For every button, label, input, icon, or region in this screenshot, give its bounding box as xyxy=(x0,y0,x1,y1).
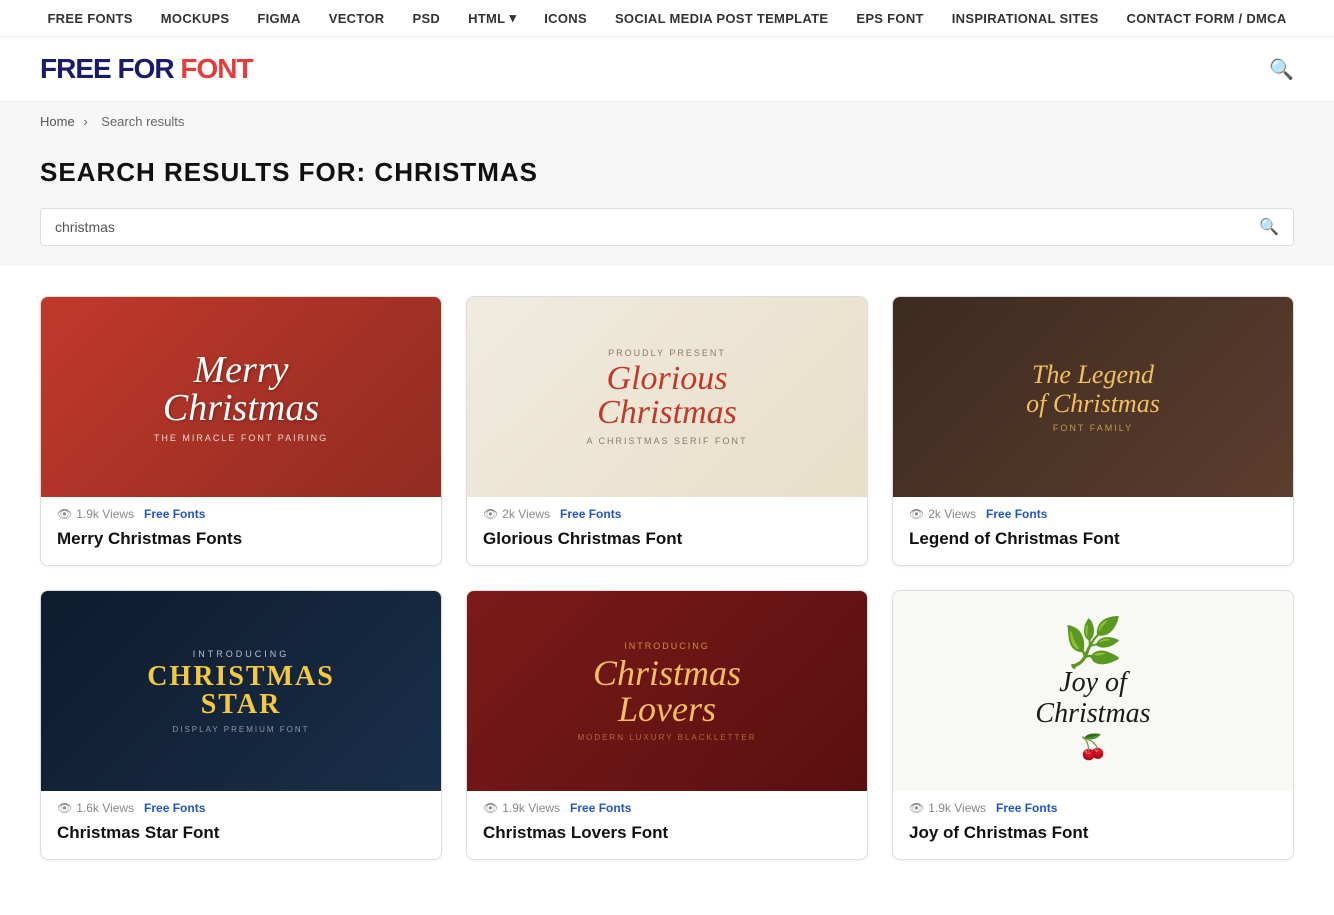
views-count: 👁 2k Views xyxy=(483,507,550,521)
logo: FREE FOR FONT xyxy=(40,53,253,85)
nav-eps-font[interactable]: EPS FONT xyxy=(856,11,923,26)
card-title: Joy of Christmas Font xyxy=(893,819,1293,859)
nav-contact[interactable]: CONTACT FORM / DMCA xyxy=(1127,11,1287,26)
search-icon[interactable]: 🔍 xyxy=(1259,217,1279,237)
card-title: Legend of Christmas Font xyxy=(893,525,1293,565)
card-title: Merry Christmas Fonts xyxy=(41,525,441,565)
views-count: 👁 1.9k Views xyxy=(909,801,986,815)
eye-icon: 👁 xyxy=(483,507,498,521)
views-count: 👁 2k Views xyxy=(909,507,976,521)
nav-icons[interactable]: ICONS xyxy=(544,11,587,26)
search-input[interactable] xyxy=(55,219,1259,235)
card-joy-christmas[interactable]: 🌿 Joy ofChristmas 🍒 👁 1.9k Views Free Fo… xyxy=(892,590,1294,860)
card-meta: 👁 1.9k Views Free Fonts xyxy=(41,497,441,525)
chevron-down-icon: ▾ xyxy=(509,10,516,26)
nav-psd[interactable]: PSD xyxy=(412,11,440,26)
views-count: 👁 1.9k Views xyxy=(483,801,560,815)
eye-icon: 👁 xyxy=(57,801,72,815)
nav-inspirational[interactable]: INSPIRATIONAL SITES xyxy=(952,11,1099,26)
wreath-decoration: 🌿 xyxy=(1063,620,1123,668)
card-title: Christmas Star Font xyxy=(41,819,441,859)
eye-icon: 👁 xyxy=(909,801,924,815)
card-legend-christmas[interactable]: The Legendof Christmas FONT FAMILY 👁 2k … xyxy=(892,296,1294,566)
nav-social-media[interactable]: SOCIAL MEDIA POST TEMPLATE xyxy=(615,11,828,26)
results-grid: MerryChristmas THE MIRACLE FONT PAIRING … xyxy=(0,266,1334,890)
nav-html[interactable]: HTML ▾ xyxy=(468,10,516,26)
views-count: 👁 1.6k Views xyxy=(57,801,134,815)
card-image-star: INTRODUCING CHRISTMASSTAR DISPLAY PREMIU… xyxy=(41,591,441,791)
breadcrumb-home[interactable]: Home xyxy=(40,114,75,129)
free-fonts-badge: Free Fonts xyxy=(986,507,1047,521)
search-bar-section: 🔍 xyxy=(0,198,1334,266)
main-nav: FREE FONTS MOCKUPS FIGMA VECTOR PSD HTML… xyxy=(0,0,1334,37)
card-meta: 👁 2k Views Free Fonts xyxy=(893,497,1293,525)
breadcrumb-current: Search results xyxy=(101,114,184,129)
free-fonts-badge: Free Fonts xyxy=(144,801,205,815)
nav-mockups[interactable]: MOCKUPS xyxy=(161,11,230,26)
card-glorious-christmas[interactable]: PROUDLY PRESENT GloriousChristmas A CHRI… xyxy=(466,296,868,566)
breadcrumb-separator: › xyxy=(83,114,87,129)
eye-icon: 👁 xyxy=(483,801,498,815)
card-title: Glorious Christmas Font xyxy=(467,525,867,565)
views-count: 👁 1.9k Views xyxy=(57,507,134,521)
free-fonts-badge: Free Fonts xyxy=(570,801,631,815)
card-meta: 👁 1.9k Views Free Fonts xyxy=(467,791,867,819)
search-icon[interactable]: 🔍 xyxy=(1269,57,1294,82)
card-image-joy: 🌿 Joy ofChristmas 🍒 xyxy=(893,591,1293,791)
card-christmas-lovers[interactable]: INTRODUCING ChristmasLovers MODERN LUXUR… xyxy=(466,590,868,860)
card-meta: 👁 2k Views Free Fonts xyxy=(467,497,867,525)
site-header: FREE FOR FONT 🔍 xyxy=(0,37,1334,102)
card-meta: 👁 1.9k Views Free Fonts xyxy=(893,791,1293,819)
eye-icon: 👁 xyxy=(909,507,924,521)
card-meta: 👁 1.6k Views Free Fonts xyxy=(41,791,441,819)
free-fonts-badge: Free Fonts xyxy=(144,507,205,521)
page-title: SEARCH RESULTS FOR: CHRISTMAS xyxy=(40,157,1294,188)
card-image-legend: The Legendof Christmas FONT FAMILY xyxy=(893,297,1293,497)
holly-decoration: 🍒 xyxy=(1078,733,1108,762)
card-image-merry: MerryChristmas THE MIRACLE FONT PAIRING xyxy=(41,297,441,497)
card-merry-christmas[interactable]: MerryChristmas THE MIRACLE FONT PAIRING … xyxy=(40,296,442,566)
card-image-lovers: INTRODUCING ChristmasLovers MODERN LUXUR… xyxy=(467,591,867,791)
nav-vector[interactable]: VECTOR xyxy=(329,11,385,26)
nav-free-fonts[interactable]: FREE FONTS xyxy=(47,11,132,26)
eye-icon: 👁 xyxy=(57,507,72,521)
nav-figma[interactable]: FIGMA xyxy=(257,11,300,26)
card-image-glorious: PROUDLY PRESENT GloriousChristmas A CHRI… xyxy=(467,297,867,497)
free-fonts-badge: Free Fonts xyxy=(560,507,621,521)
breadcrumb: Home › Search results xyxy=(0,102,1334,141)
page-title-section: SEARCH RESULTS FOR: CHRISTMAS xyxy=(0,141,1334,198)
free-fonts-badge: Free Fonts xyxy=(996,801,1057,815)
card-christmas-star[interactable]: INTRODUCING CHRISTMASSTAR DISPLAY PREMIU… xyxy=(40,590,442,860)
card-title: Christmas Lovers Font xyxy=(467,819,867,859)
search-bar: 🔍 xyxy=(40,208,1294,246)
